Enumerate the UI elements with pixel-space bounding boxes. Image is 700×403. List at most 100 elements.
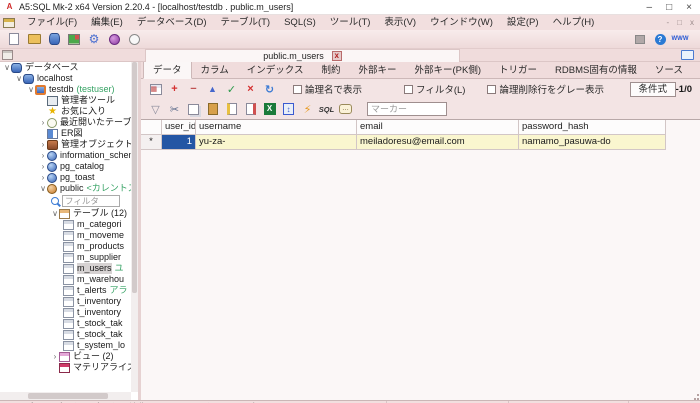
sql-icon[interactable]: SQL: [319, 102, 334, 116]
tab-source[interactable]: ソース: [646, 60, 692, 78]
cancel-icon[interactable]: ×: [243, 82, 258, 96]
document-tab-close-icon[interactable]: x: [332, 51, 342, 61]
row-marker[interactable]: *: [141, 135, 162, 150]
tree-item-localhost[interactable]: ∨localhost: [0, 73, 138, 84]
tree-item-information-schema[interactable]: ›information_schem: [0, 150, 138, 161]
tree-item-pg-catalog[interactable]: ›pg_catalog: [0, 161, 138, 172]
tree-item-t-stock-take-1[interactable]: t_stock_tak: [0, 318, 138, 329]
mdi-close-button[interactable]: x: [690, 18, 694, 27]
cell-user-id[interactable]: 1: [162, 135, 196, 150]
export-file-icon[interactable]: [246, 103, 256, 115]
cell-email[interactable]: meiladoresu@email.com: [357, 135, 519, 150]
website-icon[interactable]: WWW: [673, 33, 687, 46]
tree-item-t-inventory-1[interactable]: t_inventory: [0, 296, 138, 307]
menu-table[interactable]: テーブル(T): [214, 15, 278, 30]
tree-item-m-suppliers[interactable]: m_supplier: [0, 252, 138, 263]
new-document-icon[interactable]: [9, 33, 19, 45]
er-diagram-icon[interactable]: [68, 34, 80, 45]
refresh-icon[interactable]: ↻: [262, 82, 277, 96]
tree-panel-toggle-icon[interactable]: [2, 50, 13, 60]
tree-item-m-warehouses[interactable]: m_warehou: [0, 274, 138, 285]
open-folder-icon[interactable]: [28, 34, 41, 44]
menu-edit[interactable]: 編集(E): [84, 15, 130, 30]
tree-item-databases[interactable]: ∨データベース: [0, 62, 138, 73]
tree-item-m-movements[interactable]: m_moveme: [0, 230, 138, 241]
copy-icon[interactable]: [188, 104, 199, 115]
menu-file[interactable]: ファイル(F): [20, 15, 84, 30]
history-clock-icon[interactable]: [129, 34, 140, 45]
excel-export-icon[interactable]: X: [264, 103, 276, 115]
tree-vertical-scrollbar[interactable]: [131, 62, 138, 392]
tree-item-tables-folder[interactable]: ∨テーブル (12): [0, 208, 138, 219]
checkbox-logical-name[interactable]: 論理名で表示: [293, 82, 362, 96]
tree-item-t-inventory-2[interactable]: t_inventory: [0, 307, 138, 318]
tab-data[interactable]: データ: [143, 59, 192, 79]
minimize-button[interactable]: –: [647, 1, 653, 14]
tree-item-t-alerts[interactable]: t_alertsアラ: [0, 285, 138, 296]
paste-icon[interactable]: [208, 103, 218, 115]
comment-icon[interactable]: …: [339, 104, 352, 114]
new-window-folder-icon[interactable]: [681, 50, 694, 60]
tree-item-t-stock-take-2[interactable]: t_stock_tak: [0, 329, 138, 340]
tree-filter-input[interactable]: [62, 195, 120, 207]
tree-item-views-folder[interactable]: ›ビュー (2): [0, 351, 138, 362]
checkbox-gray-deleted[interactable]: 論理削除行をグレー表示: [487, 82, 604, 96]
close-button[interactable]: ×: [686, 1, 692, 14]
tree-item-t-system-log[interactable]: t_system_lo: [0, 340, 138, 351]
marker-input[interactable]: [367, 102, 447, 116]
report-icon[interactable]: ↕: [283, 103, 294, 115]
maximize-button[interactable]: □: [666, 1, 672, 14]
condition-expression-button[interactable]: 条件式: [630, 82, 676, 97]
tree-item-public-schema[interactable]: ∨public<カレントスキ: [0, 183, 138, 194]
mdi-restore-button[interactable]: □: [677, 18, 682, 27]
settings-gear-icon[interactable]: ⚙: [87, 33, 101, 46]
cell-username[interactable]: yu-za-: [196, 135, 357, 150]
post-edit-icon[interactable]: ▲: [205, 82, 220, 96]
lightning-icon[interactable]: ⚡: [300, 102, 315, 116]
menu-view[interactable]: 表示(V): [377, 15, 423, 30]
menu-window[interactable]: ウインドウ(W): [423, 15, 500, 30]
tab-rdbms-info[interactable]: RDBMS固有の情報: [546, 60, 646, 78]
tab-foreign-keys[interactable]: 外部キー: [349, 60, 405, 78]
tab-columns[interactable]: カラム: [192, 60, 238, 78]
tab-foreign-keys-pk[interactable]: 外部キー(PK側): [405, 60, 490, 78]
menu-database[interactable]: データベース(D): [130, 15, 214, 30]
column-header-user-id[interactable]: user_id: [162, 120, 196, 135]
tab-triggers[interactable]: トリガー: [490, 60, 546, 78]
window-list-icon[interactable]: [635, 35, 645, 44]
tree-item-m-products[interactable]: m_products: [0, 241, 138, 252]
tree-item-m-users[interactable]: m_usersユ: [0, 263, 138, 274]
menu-help[interactable]: ヘルプ(H): [546, 15, 602, 30]
column-header-username[interactable]: username: [196, 120, 357, 135]
import-file-icon[interactable]: [227, 103, 237, 115]
tree-item-pg-toast[interactable]: ›pg_toast: [0, 172, 138, 183]
menu-tools[interactable]: ツール(T): [323, 15, 378, 30]
delete-row-icon[interactable]: −: [186, 82, 201, 96]
tree-horizontal-scrollbar[interactable]: [0, 392, 131, 400]
tree-item-admin-objects[interactable]: ›管理オブジェクト: [0, 139, 138, 150]
database-connect-icon[interactable]: [49, 33, 60, 45]
insert-row-icon[interactable]: +: [167, 82, 182, 96]
tree-item-er-diagram[interactable]: ER図: [0, 128, 138, 139]
tree-item-testdb[interactable]: ∨testdb(testuser): [0, 84, 138, 95]
cut-icon[interactable]: ✂: [167, 102, 182, 116]
menu-settings[interactable]: 設定(P): [500, 15, 546, 30]
tab-constraints[interactable]: 制約: [312, 60, 349, 78]
help-icon[interactable]: ?: [655, 34, 666, 45]
commit-mode-icon[interactable]: [109, 34, 120, 45]
resize-grip[interactable]: [691, 394, 699, 402]
document-tab[interactable]: public.m_users x: [145, 49, 460, 62]
column-header-password-hash[interactable]: password_hash: [519, 120, 666, 135]
tree-item-materialized-views[interactable]: マテリアライズドビ: [0, 362, 138, 373]
reload-grid-icon[interactable]: ▦: [150, 84, 162, 95]
confirm-icon[interactable]: ✓: [224, 82, 239, 96]
tree-item-admin-tools[interactable]: 管理者ツール: [0, 95, 138, 106]
tree-item-recent-tables[interactable]: ›最近開いたテーブル: [0, 117, 138, 128]
cell-password-hash[interactable]: namamo_pasuwa-do: [519, 135, 666, 150]
checkbox-filter[interactable]: フィルタ(L): [404, 82, 465, 96]
mdi-minimize-button[interactable]: -: [666, 18, 669, 27]
tree-item-favorites[interactable]: ★お気に入り: [0, 106, 138, 117]
menu-sql[interactable]: SQL(S): [277, 15, 323, 30]
filter-funnel-icon[interactable]: ▽: [148, 102, 163, 116]
tree-item-m-categories[interactable]: m_categori: [0, 219, 138, 230]
